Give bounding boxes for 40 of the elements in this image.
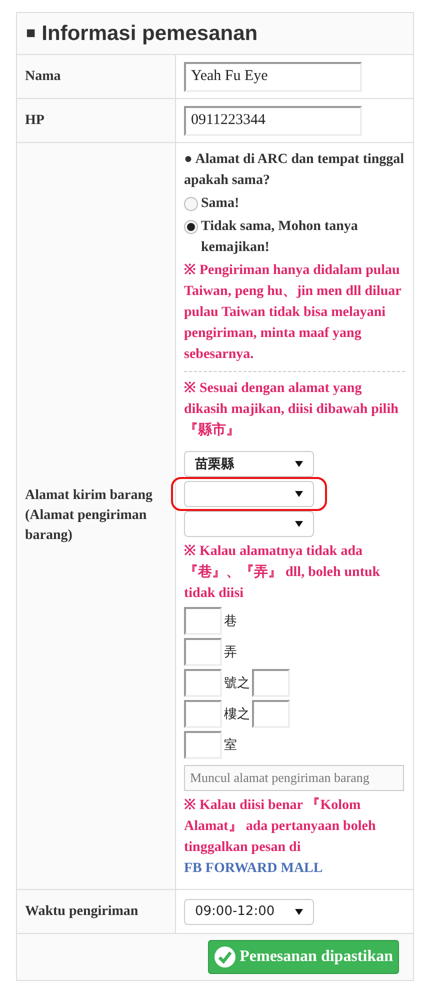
caret-icon: [295, 521, 303, 527]
field-label: HP: [25, 112, 44, 130]
text-field[interactable]: 0911223344: [184, 106, 362, 136]
radio-button[interactable]: [184, 197, 198, 211]
question-text: ● Alamat di ARC dan tempat tinggal apakah sama?: [184, 151, 405, 190]
field-label: Alamat kirim barang (Alamat pengiriman barang): [25, 487, 154, 545]
input-field[interactable]: [184, 638, 222, 666]
input-field[interactable]: [184, 731, 222, 759]
unit-label: 室: [224, 736, 237, 754]
input-field[interactable]: [252, 700, 290, 728]
unit-label: 樓之: [224, 706, 250, 724]
dropdown[interactable]: [184, 511, 314, 537]
radio-option[interactable]: Sama!: [184, 193, 405, 214]
check-icon: [214, 946, 236, 968]
dropdown[interactable]: 09:00-12:00: [184, 898, 314, 924]
unit-label: 弄: [224, 644, 237, 662]
address-preview-field[interactable]: Muncul alamat pengiriman barang: [184, 765, 404, 791]
contact-note: ※ Kalau diisi benar 『Kolom Alamat』 ada pertanyaan boleh tinggalkan pesan di FB FORWARD MALL: [184, 796, 377, 878]
caret-icon: [295, 908, 303, 914]
dropdown[interactable]: [184, 481, 314, 507]
input-field[interactable]: [184, 669, 222, 697]
instruction-note: ※ Sesuai dengan alamat yang dikasih majikan, diisi dibawah pilih『縣市』: [184, 380, 400, 440]
unit-label: 號之: [224, 674, 250, 692]
field-label: Waktu pengiriman: [25, 903, 138, 921]
radio-option[interactable]: Tidak sama, Mohon tanya kemajikan!: [184, 216, 405, 258]
shipping-note: ※ Pengiriman hanya didalam pulau Taiwan, peng hu、jin men dll diluar pulau Taiwan tidak bisa melayani pengiriman, minta maaf yang sebesarnya.: [184, 262, 402, 364]
optional-note: ※ Kalau alamatnya tidak ada『巷』、『弄』 dll, boleh untuk tidak diisi: [184, 543, 382, 603]
square-bullet: ■: [26, 24, 36, 44]
caret-icon: [295, 461, 303, 467]
input-field[interactable]: [252, 669, 290, 697]
radio-button[interactable]: [184, 220, 198, 234]
input-field[interactable]: [184, 607, 222, 635]
dropdown[interactable]: 苗栗縣: [184, 451, 314, 477]
caret-icon: [295, 491, 303, 497]
fb-link[interactable]: FB FORWARD MALL: [184, 861, 323, 876]
field-label: Nama: [25, 68, 61, 86]
text-field[interactable]: Yeah Fu Eye: [184, 62, 362, 92]
unit-label: 巷: [224, 612, 237, 630]
input-field[interactable]: [184, 700, 222, 728]
section-title: Informasi pemesanan: [42, 20, 258, 47]
